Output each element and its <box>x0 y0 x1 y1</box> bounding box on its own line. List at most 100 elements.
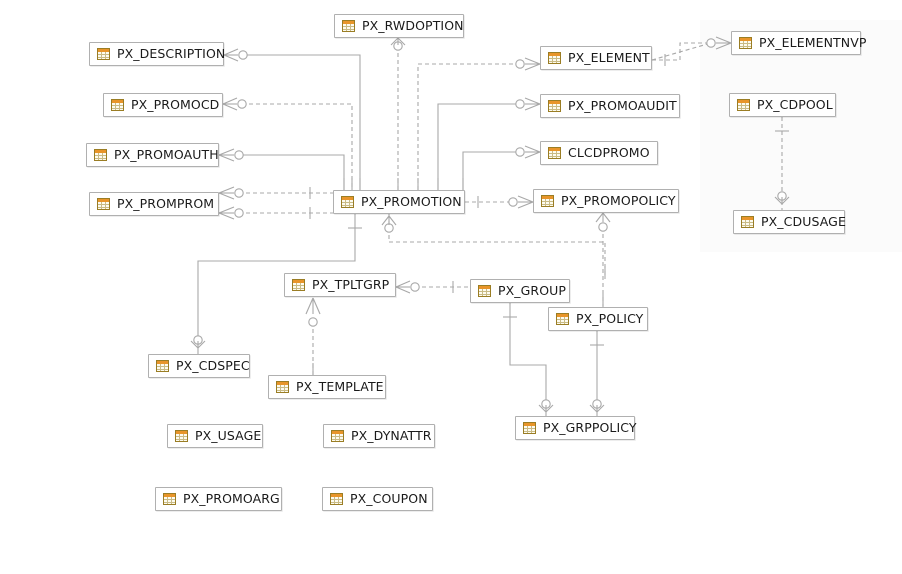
crow-foot-prong <box>595 212 604 223</box>
relationship-line-promoaudit-promotion <box>437 103 520 190</box>
crow-foot-prong <box>524 151 541 159</box>
er-diagram-canvas: PX_RWDOPTION PX_DESCRIPTION PX_ELEMENT PX_E… <box>0 0 902 574</box>
entity-label: PX_CDSPEC <box>176 357 250 373</box>
optional-cardinality-symbol <box>598 222 608 232</box>
entity-px-usage[interactable]: PX_USAGE <box>167 424 263 448</box>
optional-cardinality-symbol <box>308 317 318 327</box>
entity-label: PX_TEMPLATE <box>296 378 384 394</box>
crow-foot-prong <box>517 195 534 203</box>
entity-px-cdpool[interactable]: PX_CDPOOL <box>729 93 836 117</box>
relationship-line-promoauth-promotion <box>239 154 345 190</box>
table-icon <box>156 360 169 372</box>
entity-px-elementnvp[interactable]: PX_ELEMENTNVP <box>731 31 866 55</box>
crow-foot-prong <box>222 97 238 105</box>
optional-cardinality-symbol <box>234 150 244 160</box>
entity-px-dynattr[interactable]: PX_DYNATTR <box>323 424 435 448</box>
optional-cardinality-symbol <box>410 282 420 292</box>
table-icon <box>163 493 176 505</box>
optional-cardinality-symbol <box>515 59 525 69</box>
entity-label: PX_TPLTGRP <box>312 276 390 292</box>
entity-px-template[interactable]: PX_TEMPLATE <box>268 375 386 399</box>
entity-label: PX_ELEMENT <box>568 49 650 65</box>
optional-cardinality-symbol <box>515 147 525 157</box>
crow-foot-prong <box>524 103 541 111</box>
table-icon <box>548 147 561 159</box>
relationship-line-description-promotion <box>243 54 361 190</box>
entity-label: PX_GRPPOLICY <box>543 419 637 435</box>
crow-foot-prong <box>312 297 321 315</box>
entity-label: PX_COUPON <box>350 490 428 506</box>
table-icon <box>292 279 305 291</box>
table-icon <box>548 100 561 112</box>
table-icon <box>276 381 289 393</box>
crow-foot-prong <box>524 57 541 65</box>
entity-px-promprom[interactable]: PX_PROMPROM <box>89 192 219 216</box>
crow-foot-prong <box>524 97 541 105</box>
crow-foot-prong <box>218 186 235 194</box>
table-icon <box>541 195 554 207</box>
crow-foot-prong <box>517 201 534 209</box>
table-icon <box>97 48 110 60</box>
table-icon <box>331 430 344 442</box>
relationship-line-clcdpromo-promotion <box>462 151 520 190</box>
table-icon <box>741 216 754 228</box>
optional-cardinality-symbol <box>706 38 716 48</box>
table-icon <box>556 313 569 325</box>
entity-px-promotion[interactable]: PX_PROMOTION <box>333 190 465 214</box>
entity-px-group[interactable]: PX_GROUP <box>470 279 570 303</box>
optional-cardinality-symbol <box>238 50 248 60</box>
entity-px-promopolicy[interactable]: PX_PROMOPOLICY <box>533 189 679 213</box>
relationship-line-element-promotion <box>417 63 520 190</box>
entity-label: PX_PROMOPOLICY <box>561 192 676 208</box>
entity-px-description[interactable]: PX_DESCRIPTION <box>89 42 225 66</box>
entity-label: PX_PROMPROM <box>117 195 215 211</box>
crow-foot-prong <box>524 63 541 71</box>
table-icon <box>341 196 354 208</box>
crow-foot-prong <box>524 145 541 153</box>
table-icon <box>737 99 750 111</box>
crow-foot-prong <box>715 36 732 44</box>
table-icon <box>94 149 107 161</box>
entity-label: PX_CDPOOL <box>757 96 833 112</box>
entity-px-promoaudit[interactable]: PX_PROMOAUDIT <box>540 94 680 118</box>
entity-label: PX_PROMOTION <box>361 193 462 209</box>
crow-foot-prong <box>218 212 235 220</box>
entity-px-promoauth[interactable]: PX_PROMOAUTH <box>86 143 219 167</box>
entity-px-cdusage[interactable]: PX_CDUSAGE <box>733 210 846 234</box>
crow-foot-prong <box>218 154 235 162</box>
table-icon <box>330 493 343 505</box>
entity-px-promocd[interactable]: PX_PROMOCD <box>103 93 223 117</box>
entity-label: PX_PROMOAUTH <box>114 146 219 162</box>
optional-cardinality-symbol <box>515 99 525 109</box>
table-icon <box>478 285 491 297</box>
entity-px-element[interactable]: PX_ELEMENT <box>540 46 652 70</box>
table-icon <box>342 20 355 32</box>
table-icon <box>739 37 752 49</box>
optional-cardinality-symbol <box>384 223 394 233</box>
entity-px-promoarg[interactable]: PX_PROMOARG <box>155 487 282 511</box>
entity-label: PX_ELEMENTNVP <box>759 34 867 50</box>
entity-clcdpromo[interactable]: CLCDPROMO <box>540 141 658 165</box>
crow-foot-prong <box>602 212 611 223</box>
crow-foot-prong <box>222 103 238 111</box>
entity-label: PX_POLICY <box>576 310 644 326</box>
entity-px-tpltgrp[interactable]: PX_TPLTGRP <box>284 273 396 297</box>
table-icon <box>175 430 188 442</box>
entity-label: PX_GROUP <box>498 282 567 298</box>
entity-px-grppolicy[interactable]: PX_GRPPOLICY <box>515 416 637 440</box>
relationship-line-group-grppolicy <box>509 303 547 416</box>
entity-label: CLCDPROMO <box>568 144 650 160</box>
optional-cardinality-symbol <box>234 208 244 218</box>
crow-foot-prong <box>305 297 314 315</box>
entity-px-rwdoption[interactable]: PX_RWDOPTION <box>334 14 464 38</box>
entity-px-cdspec[interactable]: PX_CDSPEC <box>148 354 250 378</box>
entity-px-coupon[interactable]: PX_COUPON <box>322 487 433 511</box>
entity-label: PX_DYNATTR <box>351 427 432 443</box>
crow-foot-prong <box>218 192 235 200</box>
relationship-line-promocd-promotion <box>242 103 353 190</box>
entity-label: PX_PROMOCD <box>131 96 220 112</box>
entity-px-policy[interactable]: PX_POLICY <box>548 307 648 331</box>
entity-label: PX_PROMOARG <box>183 490 280 506</box>
relationship-edges <box>190 36 790 416</box>
optional-cardinality-symbol <box>237 99 247 109</box>
